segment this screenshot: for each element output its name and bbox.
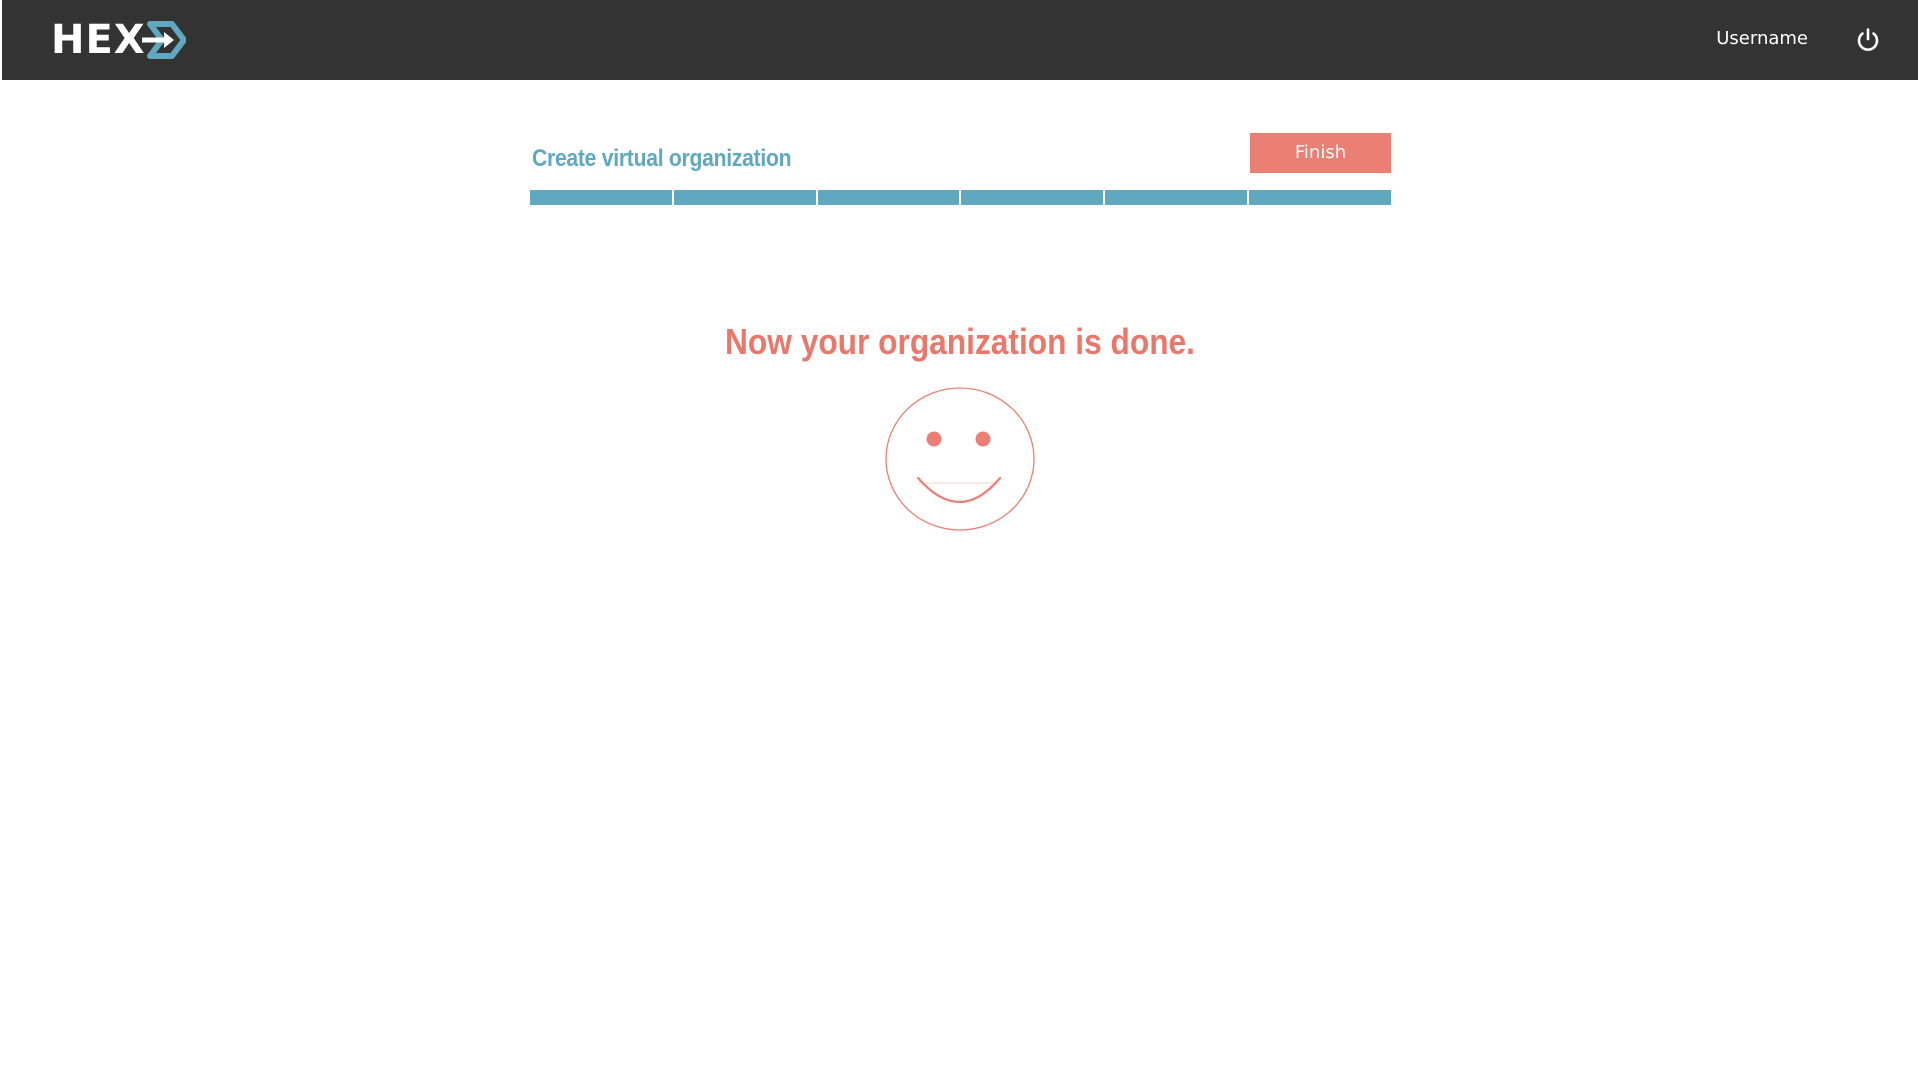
progress-step-4 — [959, 190, 1104, 205]
finish-button[interactable]: Finish — [1250, 133, 1391, 173]
top-navbar: HEX Username — [0, 0, 1920, 80]
wizard-progress-bar — [530, 190, 1391, 205]
completion-message: Now your organization is done. — [725, 321, 1195, 362]
power-icon[interactable] — [1854, 26, 1882, 54]
smiley-face-icon — [885, 387, 1035, 531]
logo-wordmark: HEX — [51, 17, 146, 63]
progress-step-3 — [815, 190, 960, 205]
logo-arrow-icon — [141, 21, 186, 59]
progress-step-1 — [530, 190, 672, 205]
wizard-title: Create virtual organization — [532, 145, 792, 172]
progress-step-5 — [1103, 190, 1248, 205]
progress-step-2 — [671, 190, 816, 205]
hexaa-logo[interactable]: HEX — [51, 20, 186, 60]
progress-step-6 — [1247, 190, 1391, 205]
username-link[interactable]: Username — [1716, 27, 1808, 51]
